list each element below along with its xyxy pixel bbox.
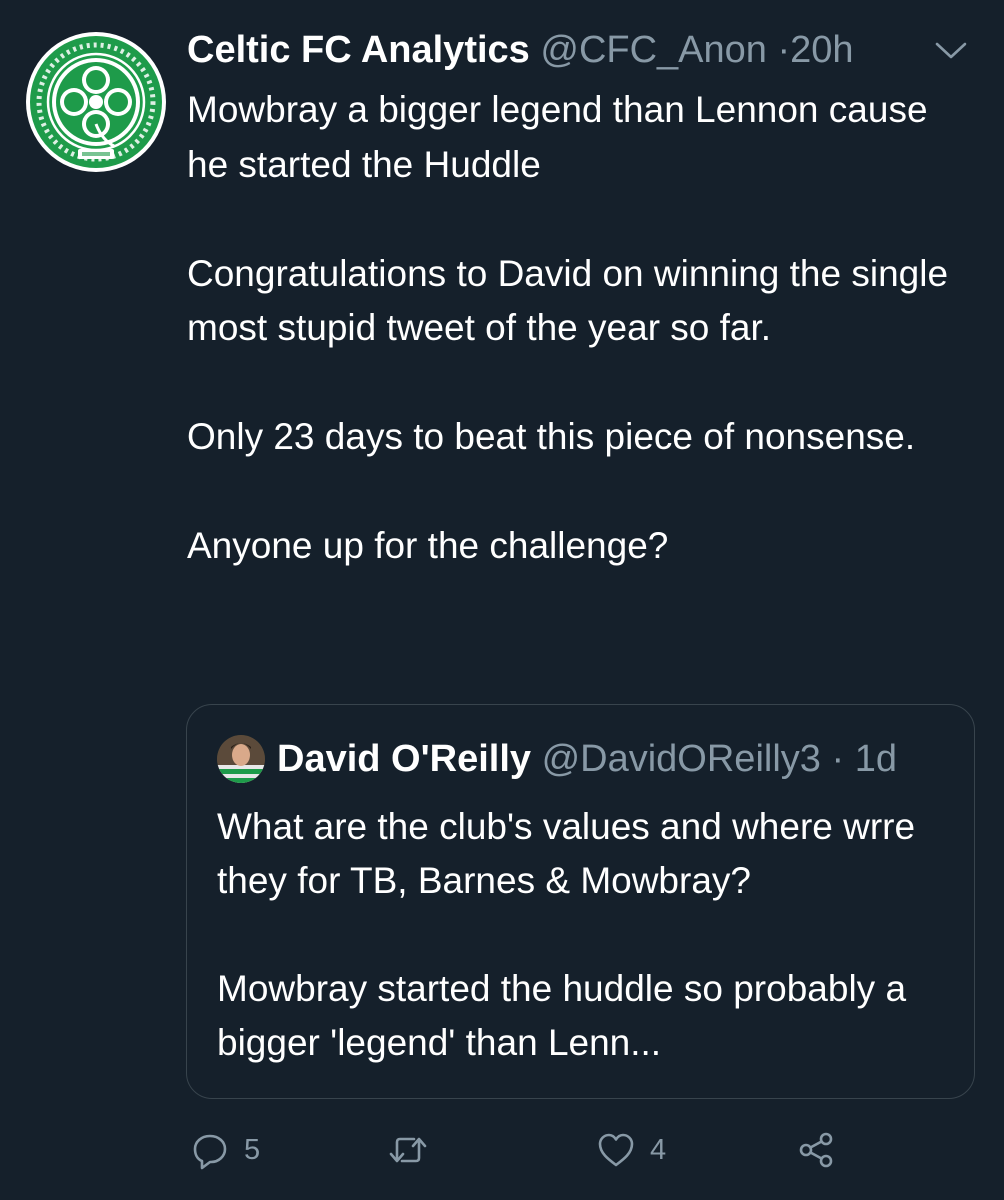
author-avatar[interactable] xyxy=(26,32,166,172)
reply-count: 5 xyxy=(244,1134,261,1166)
tweet-header: Celtic FC Analytics @CFC_Anon ·20h xyxy=(187,28,854,72)
chevron-down-icon xyxy=(935,42,967,59)
quoted-author-avatar[interactable] xyxy=(217,735,265,783)
quoted-paragraph: What are the club's values and where wrr… xyxy=(217,806,916,901)
share-icon xyxy=(799,1132,833,1168)
more-options-button[interactable] xyxy=(934,40,968,62)
retweet-button[interactable] xyxy=(388,1125,442,1175)
author-handle[interactable]: @CFC_Anon xyxy=(540,29,767,71)
like-icon xyxy=(598,1133,634,1167)
quoted-tweet-text: What are the club's values and where wrr… xyxy=(217,800,957,1070)
reply-button[interactable]: 5 xyxy=(190,1125,260,1175)
retweet-icon xyxy=(389,1137,427,1163)
tweet-paragraph: Anyone up for the challenge? xyxy=(187,525,669,566)
quoted-tweet-header: David O'Reilly @DavidOReilly3 · 1d xyxy=(277,736,897,782)
author-name[interactable]: Celtic FC Analytics xyxy=(187,29,530,71)
tweet-paragraph: Congratulations to David on winning the … xyxy=(187,252,949,349)
tweet-text: Mowbray a bigger legend than Lennon caus… xyxy=(187,83,967,574)
quoted-author-name[interactable]: David O'Reilly xyxy=(277,738,531,780)
reply-icon xyxy=(193,1134,227,1170)
tweet-paragraph: Mowbray a bigger legend than Lennon caus… xyxy=(187,89,928,185)
separator-dot: · xyxy=(777,29,791,71)
like-button[interactable]: 4 xyxy=(596,1125,666,1175)
quoted-paragraph: Mowbray started the huddle so probably a… xyxy=(217,968,907,1063)
user-photo-icon xyxy=(217,735,265,783)
tweet: Celtic FC Analytics @CFC_Anon ·20h Mowbr… xyxy=(0,0,1004,1200)
tweet-actions: 5 4 xyxy=(0,1125,1004,1175)
separator-dot: · xyxy=(831,738,845,780)
timestamp[interactable]: 20h xyxy=(790,29,853,71)
share-button[interactable] xyxy=(796,1125,836,1175)
celtic-fc-crest-icon xyxy=(27,33,165,171)
quoted-author-handle[interactable]: @DavidOReilly3 xyxy=(542,738,821,780)
like-count: 4 xyxy=(650,1134,667,1166)
quoted-tweet[interactable]: David O'Reilly @DavidOReilly3 · 1d What … xyxy=(186,704,975,1099)
quoted-timestamp[interactable]: 1d xyxy=(855,738,897,780)
tweet-paragraph: Only 23 days to beat this piece of nonse… xyxy=(187,416,916,457)
